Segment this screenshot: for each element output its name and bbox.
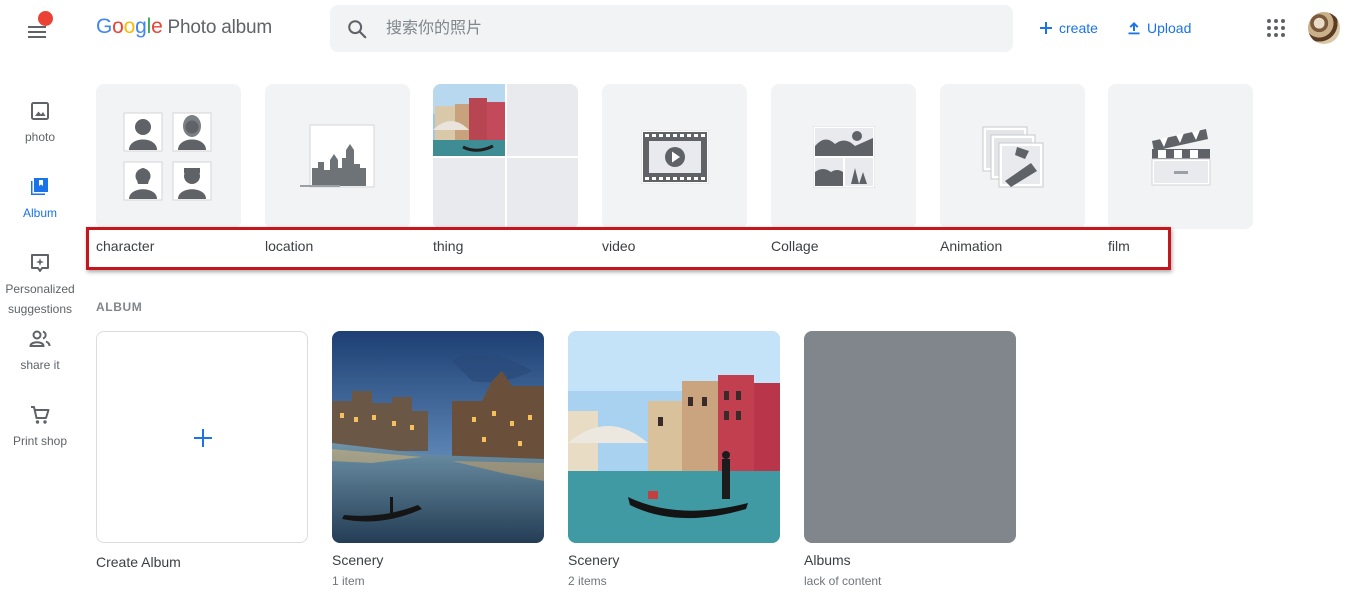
scenery-night-image — [332, 331, 544, 543]
upload-button[interactable]: Upload — [1126, 17, 1191, 39]
category-tile-character[interactable] — [96, 84, 241, 229]
plus-icon — [1040, 22, 1052, 34]
highlight-box — [86, 227, 1171, 270]
things-collage — [433, 84, 578, 229]
sidebar-item-share[interactable]: share it — [0, 328, 80, 375]
search-bar[interactable] — [330, 5, 1013, 52]
album-icon — [31, 178, 48, 195]
logo-letter: G — [96, 15, 113, 38]
sidebar-item-print-shop[interactable]: Print shop — [0, 404, 80, 451]
category-tile-location[interactable] — [265, 84, 410, 229]
album-cover-scenery-1[interactable] — [332, 331, 544, 543]
search-icon[interactable] — [346, 18, 368, 40]
create-button[interactable]: create — [1038, 17, 1098, 39]
collage-icon — [812, 125, 875, 188]
animation-icon — [982, 126, 1043, 187]
album-item-count: 1 item — [332, 574, 365, 588]
album-title[interactable]: Create Album — [96, 554, 181, 570]
album-title[interactable]: Albums — [804, 552, 851, 568]
clapperboard-icon — [1151, 128, 1210, 185]
people-icon — [123, 112, 211, 200]
sidebar-item-label: photo — [24, 130, 56, 144]
cart-icon — [31, 406, 50, 424]
avatar[interactable] — [1308, 12, 1340, 44]
sidebar-item-photo[interactable]: photo — [0, 100, 80, 147]
sidebar-item-suggestions[interactable]: Personalized suggestions — [0, 252, 80, 319]
photo-icon — [31, 102, 49, 120]
create-label: create — [1059, 20, 1098, 36]
album-title[interactable]: Scenery — [568, 552, 619, 568]
sidebar-item-label: Print shop — [12, 434, 68, 448]
album-item-count: lack of content — [804, 574, 882, 588]
category-tile-animation[interactable] — [940, 84, 1085, 229]
create-album-card[interactable] — [96, 331, 308, 543]
product-name: Photo album — [167, 17, 273, 38]
sidebar-item-album[interactable]: Album — [0, 176, 80, 223]
suggestions-icon — [31, 254, 49, 272]
scenery-venice-image — [568, 331, 780, 543]
category-tile-thing[interactable] — [433, 84, 578, 229]
notification-dot — [38, 11, 53, 26]
apps-icon[interactable] — [1266, 18, 1286, 38]
city-icon — [299, 124, 374, 187]
search-input[interactable] — [384, 15, 988, 43]
album-section-header: ALBUM — [96, 300, 143, 314]
video-icon — [640, 129, 709, 184]
app-logo[interactable]: Google Photo album — [96, 15, 272, 39]
category-tile-video[interactable] — [602, 84, 747, 229]
category-tile-collage[interactable] — [771, 84, 916, 229]
album-cover-scenery-2[interactable] — [568, 331, 780, 543]
logo-letter: o — [112, 15, 124, 38]
upload-icon — [1128, 22, 1140, 35]
share-icon — [29, 330, 51, 347]
album-title[interactable]: Scenery — [332, 552, 383, 568]
logo-letter: g — [135, 15, 147, 38]
album-cover-empty[interactable] — [804, 331, 1016, 543]
logo-letter: o — [123, 15, 136, 38]
album-item-count: 2 items — [568, 574, 607, 588]
category-tile-film[interactable] — [1108, 84, 1253, 229]
upload-label: Upload — [1147, 20, 1192, 36]
sidebar-item-label: Personalized suggestions — [5, 282, 75, 316]
sidebar-item-label: Album — [22, 206, 57, 220]
logo-letter: e — [151, 15, 163, 38]
sidebar-item-label: share it — [20, 358, 60, 372]
plus-icon — [194, 429, 212, 447]
